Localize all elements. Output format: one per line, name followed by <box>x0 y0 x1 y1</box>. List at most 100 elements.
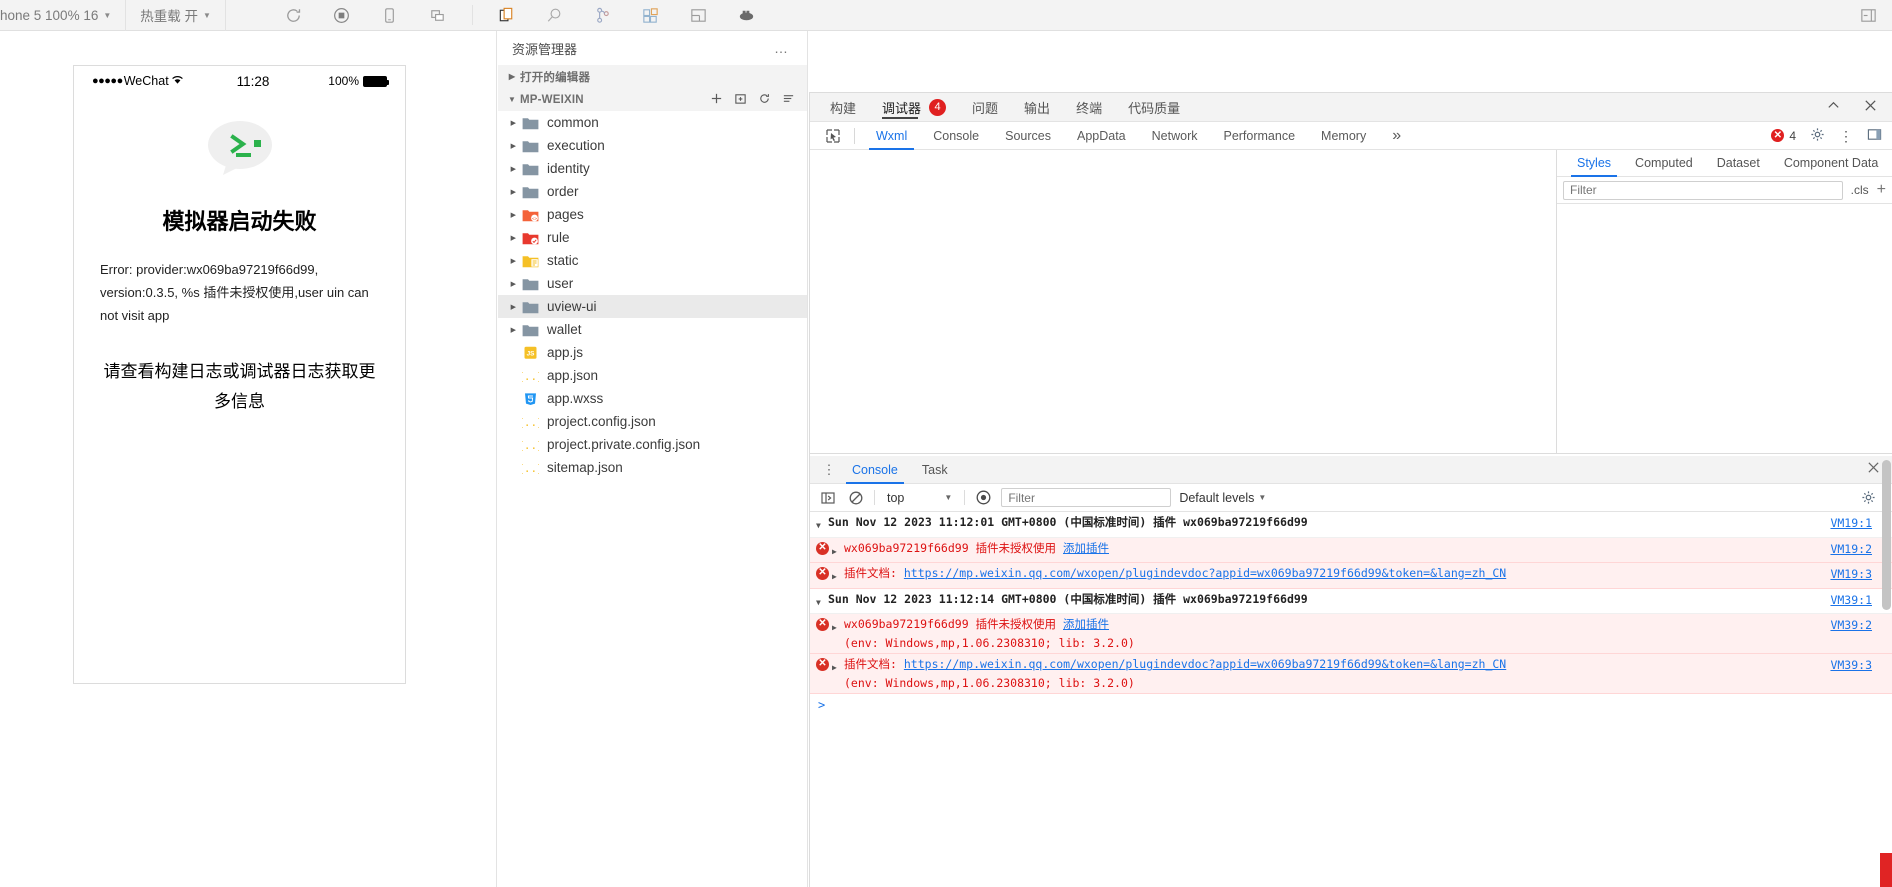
chevron-down-icon[interactable]: ▼ <box>816 590 828 613</box>
console-scrollbar-thumb[interactable] <box>1882 460 1891 610</box>
tab-component-data[interactable]: Component Data <box>1772 150 1891 177</box>
add-plugin-link[interactable]: 添加插件 <box>1063 617 1109 631</box>
console-error-row[interactable]: ✕ ▶ wx069ba97219f66d99 插件未授权使用 添加插件 VM19:2 <box>810 537 1892 563</box>
folder-row-execution[interactable]: ▶ execution <box>498 134 807 157</box>
dock-side-icon[interactable] <box>1867 127 1882 145</box>
tab-appdata[interactable]: AppData <box>1064 122 1139 150</box>
stop-record-icon[interactable] <box>332 5 352 25</box>
folder-row-user[interactable]: ▶ user <box>498 272 807 295</box>
folder-row-order[interactable]: ▶ order <box>498 180 807 203</box>
console-filter-input[interactable] <box>1001 488 1172 507</box>
extensions-icon[interactable] <box>641 5 661 25</box>
plugin-doc-link[interactable]: https://mp.weixin.qq.com/wxopen/pluginde… <box>904 657 1506 671</box>
console-error-row[interactable]: ✕ ▶ wx069ba97219f66d99 插件未授权使用 添加插件 (env: W… <box>810 614 1892 654</box>
chevron-right-icon[interactable]: ▶ <box>498 142 522 150</box>
console-source-link[interactable]: VM39:3 <box>1830 656 1872 675</box>
folder-row-static[interactable]: ▶ static <box>498 249 807 272</box>
file-row-project-private-config-json[interactable]: {..} project.private.config.json <box>498 433 807 456</box>
tab-terminal[interactable]: 终端 <box>1076 93 1102 122</box>
console-source-link[interactable]: VM39:1 <box>1830 591 1872 610</box>
file-row-app-json[interactable]: {..} app.json <box>498 364 807 387</box>
multi-window-icon[interactable] <box>428 5 448 25</box>
tab-network[interactable]: Network <box>1139 122 1211 150</box>
chevron-down-icon[interactable]: ▼ <box>816 513 828 536</box>
chevron-right-icon[interactable]: ▶ <box>498 234 522 242</box>
console-prompt[interactable]: > <box>810 694 1892 716</box>
chevron-right-icon[interactable]: ▶ <box>498 257 522 265</box>
chevron-right-icon[interactable]: ▶ <box>832 539 844 562</box>
tab-debugger[interactable]: 调试器 4 <box>882 93 947 122</box>
tab-styles[interactable]: Styles <box>1565 150 1623 177</box>
section-project-root[interactable]: ▼ MP-WEIXIN <box>498 88 807 111</box>
layout-icon[interactable] <box>689 5 709 25</box>
plugin-doc-link[interactable]: https://mp.weixin.qq.com/wxopen/pluginde… <box>904 566 1506 580</box>
console-source-link[interactable]: VM19:2 <box>1830 540 1872 559</box>
chevron-right-icon[interactable]: ▶ <box>498 188 522 196</box>
console-levels-selector[interactable]: Default levels ▼ <box>1179 491 1266 505</box>
wxml-tree-view[interactable] <box>810 150 1557 453</box>
tab-wxml[interactable]: Wxml <box>863 122 920 150</box>
tab-code-quality[interactable]: 代码质量 <box>1128 93 1180 122</box>
folder-row-wallet[interactable]: ▶ wallet <box>498 318 807 341</box>
folder-row-identity[interactable]: ▶ identity <box>498 157 807 180</box>
chevron-right-icon[interactable]: ▶ <box>498 119 522 127</box>
tab-overflow-icon[interactable]: » <box>1379 122 1414 150</box>
folder-row-rule[interactable]: ▶ rule <box>498 226 807 249</box>
mobile-preview-icon[interactable] <box>380 5 400 25</box>
folder-row-common[interactable]: ▶ common <box>498 111 807 134</box>
console-tab-console[interactable]: Console <box>840 456 910 484</box>
tab-memory[interactable]: Memory <box>1308 122 1379 150</box>
file-row-project-config-json[interactable]: {..} project.config.json <box>498 410 807 433</box>
new-file-icon[interactable] <box>710 92 723 108</box>
settings-gear-icon[interactable] <box>1810 127 1825 145</box>
add-plugin-link[interactable]: 添加插件 <box>1063 541 1109 555</box>
console-error-row[interactable]: ✕ ▶ 插件文档: https://mp.weixin.qq.com/wxopen/… <box>810 654 1892 694</box>
collapse-all-icon[interactable] <box>782 92 795 108</box>
chevron-right-icon[interactable]: ▶ <box>832 615 844 638</box>
console-sidebar-toggle-icon[interactable] <box>818 488 838 508</box>
console-settings-gear-icon[interactable] <box>1858 488 1878 508</box>
close-panel-icon[interactable] <box>1863 98 1878 116</box>
file-row-app-wxss[interactable]: app.wxss <box>498 387 807 410</box>
console-group-row[interactable]: ▼ Sun Nov 12 2023 11:12:01 GMT+0800 (中国标准… <box>810 512 1892 538</box>
console-log-list[interactable]: ▼ Sun Nov 12 2023 11:12:01 GMT+0800 (中国标准… <box>810 512 1892 887</box>
file-row-app-js[interactable]: JS app.js <box>498 341 807 364</box>
explorer-more-icon[interactable]: … <box>774 40 789 56</box>
section-open-editors[interactable]: ▶ 打开的编辑器 <box>498 65 807 88</box>
folder-row-pages[interactable]: ▶ <> pages <box>498 203 807 226</box>
inspector-error-count[interactable]: ✕ 4 <box>1771 129 1796 143</box>
file-row-sitemap-json[interactable]: {..} sitemap.json <box>498 456 807 479</box>
cls-toggle-button[interactable]: .cls <box>1851 183 1869 197</box>
new-style-rule-button[interactable]: + <box>1877 182 1886 198</box>
chevron-right-icon[interactable]: ▶ <box>832 564 844 587</box>
search-icon[interactable] <box>545 5 565 25</box>
console-group-row[interactable]: ▼ Sun Nov 12 2023 11:12:14 GMT+0800 (中国标准… <box>810 588 1892 614</box>
device-selector[interactable]: hone 5 100% 16 ▼ <box>0 0 127 31</box>
console-context-selector[interactable]: top ▼ <box>883 491 956 505</box>
chevron-right-icon[interactable]: ▶ <box>498 211 522 219</box>
chevron-right-icon[interactable]: ▶ <box>832 655 844 678</box>
docker-icon[interactable] <box>737 5 757 25</box>
console-source-link[interactable]: VM39:2 <box>1830 616 1872 635</box>
console-source-link[interactable]: VM19:3 <box>1830 565 1872 584</box>
refresh-icon[interactable] <box>284 5 304 25</box>
console-kebab-icon[interactable]: ⋮ <box>818 459 840 481</box>
chevron-right-icon[interactable]: ▶ <box>498 326 522 334</box>
styles-filter-input[interactable] <box>1563 180 1843 200</box>
inspector-kebab-icon[interactable]: ⋮ <box>1839 129 1853 143</box>
console-scrollbar[interactable] <box>1881 456 1892 887</box>
new-folder-icon[interactable] <box>734 92 747 108</box>
chevron-right-icon[interactable]: ▶ <box>498 303 522 311</box>
console-error-row[interactable]: ✕ ▶ 插件文档: https://mp.weixin.qq.com/wxopen/… <box>810 563 1892 589</box>
tab-performance[interactable]: Performance <box>1210 122 1308 150</box>
hot-reload-selector[interactable]: 热重载 开 ▼ <box>126 0 226 31</box>
tab-problems[interactable]: 问题 <box>972 93 998 122</box>
source-control-icon[interactable] <box>593 5 613 25</box>
refresh-explorer-icon[interactable] <box>758 92 771 108</box>
tab-computed[interactable]: Computed <box>1623 150 1705 177</box>
tab-sources[interactable]: Sources <box>992 122 1064 150</box>
chevron-right-icon[interactable]: ▶ <box>498 165 522 173</box>
collapse-panel-icon[interactable] <box>1826 98 1841 116</box>
tab-console[interactable]: Console <box>920 122 992 150</box>
copy-page-icon[interactable] <box>497 5 517 25</box>
